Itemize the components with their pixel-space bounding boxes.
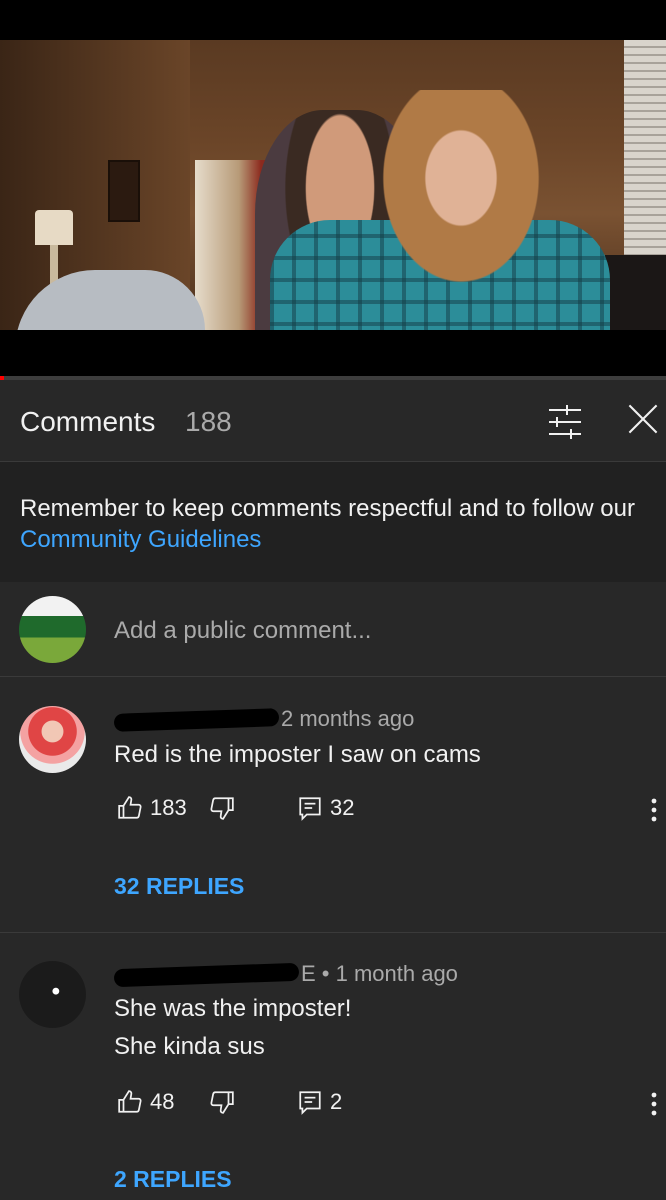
guidelines-notice: Remember to keep comments respectful and… [0,462,666,582]
like-button[interactable]: 48 [117,1089,174,1115]
dislike-button[interactable] [209,795,235,821]
comment-actions: 183 32 [114,795,666,825]
like-count: 183 [150,795,187,820]
comment-text: Red is the imposter I saw on cams [114,741,481,768]
lamp-shade [35,210,73,245]
reply-icon [299,1091,321,1115]
video-letterbox [0,330,666,376]
reply-button[interactable]: 32 [297,795,354,821]
reply-count: 32 [330,795,355,820]
more-options-icon[interactable] [644,795,664,825]
add-comment-input[interactable]: Add a public comment... [114,617,371,645]
thumbs-down-icon [210,797,234,820]
commenter-avatar[interactable] [19,706,86,773]
video-player[interactable] [0,40,666,330]
status-bar-area [0,0,666,40]
comments-title: Comments [20,406,156,437]
reply-button[interactable]: 2 [297,1089,342,1115]
redacted-username [113,962,300,988]
comments-header: Comments 188 [0,380,666,462]
thumbs-up-icon [118,1090,142,1113]
wall-clock [108,160,140,222]
close-icon[interactable] [626,402,666,442]
comment-actions: 48 2 [114,1089,666,1119]
commenter-avatar[interactable] [19,961,86,1028]
view-replies-button[interactable]: 2 REPLIES [114,1166,232,1193]
comment-meta: E • 1 month ago [113,961,458,988]
like-count: 48 [150,1089,175,1114]
reply-count: 2 [330,1089,343,1114]
thumbs-up-icon [118,796,142,819]
comment-text: She was the imposter! She kinda sus [114,995,352,1060]
comment-item: 2 months ago Red is the imposter I saw o… [0,678,666,933]
comment-meta: 2 months ago [113,706,414,733]
view-replies-button[interactable]: 32 REPLIES [114,873,244,900]
user-avatar [19,596,86,663]
community-guidelines-link[interactable]: Community Guidelines [20,526,261,553]
like-button[interactable]: 183 [117,795,187,821]
comment-item: E • 1 month ago She was the imposter! Sh… [0,934,666,1200]
dislike-button[interactable] [209,1089,235,1115]
woman-figure [380,90,560,310]
comments-count: 188 [185,406,232,437]
more-options-icon[interactable] [644,1089,664,1119]
redacted-username [113,708,280,733]
sort-filter-icon[interactable] [545,402,585,442]
notice-text: Remember to keep comments respectful and… [20,495,635,522]
thumbs-down-icon [210,1091,234,1114]
reply-icon [299,797,321,821]
add-comment-row[interactable]: Add a public comment... [0,582,666,677]
